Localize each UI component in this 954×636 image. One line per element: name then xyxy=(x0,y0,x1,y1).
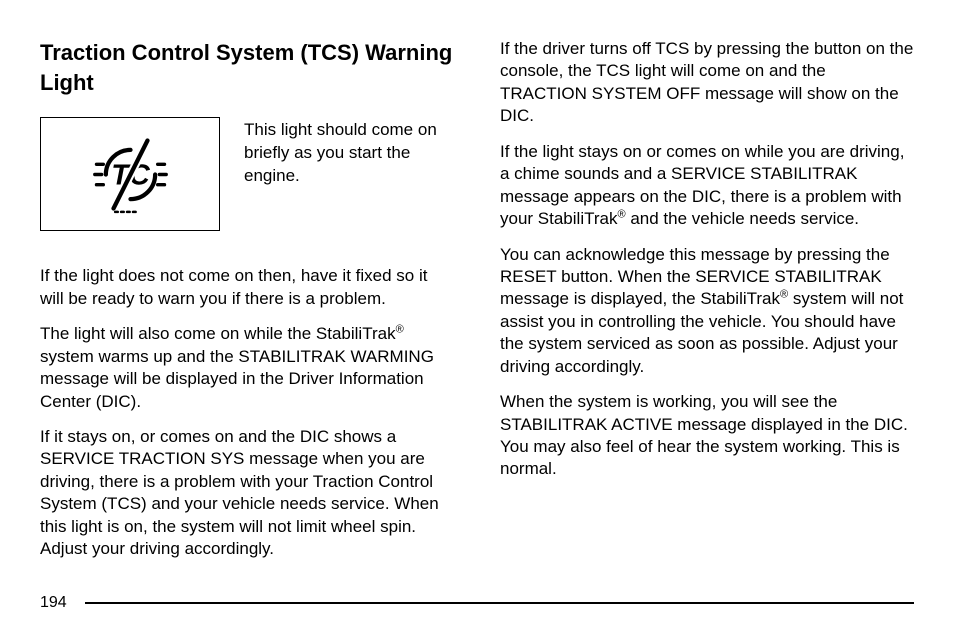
section-heading: Traction Control System (TCS) Warning Li… xyxy=(40,38,454,97)
page-footer: 194 xyxy=(40,594,914,612)
body-paragraph: When the system is working, you will see… xyxy=(500,391,914,481)
body-paragraph: If the light does not come on then, have… xyxy=(40,265,454,310)
left-column: Traction Control System (TCS) Warning Li… xyxy=(40,38,454,574)
page-number: 194 xyxy=(40,594,67,612)
icon-caption: This light should come on briefly as you… xyxy=(244,117,454,188)
body-paragraph: If it stays on, or comes on and the DIC … xyxy=(40,426,454,561)
icon-row: TC This light should come on briefly as … xyxy=(40,117,454,231)
warning-light-icon-box: TC xyxy=(40,117,220,231)
tcs-warning-light-icon: TC xyxy=(88,132,173,217)
body-paragraph: You can acknowledge this message by pres… xyxy=(500,244,914,379)
footer-divider xyxy=(85,602,914,604)
body-paragraph: If the driver turns off TCS by pressing … xyxy=(500,38,914,128)
body-paragraph: If the light stays on or comes on while … xyxy=(500,141,914,231)
right-column: If the driver turns off TCS by pressing … xyxy=(500,38,914,574)
body-paragraph: The light will also come on while the St… xyxy=(40,323,454,413)
